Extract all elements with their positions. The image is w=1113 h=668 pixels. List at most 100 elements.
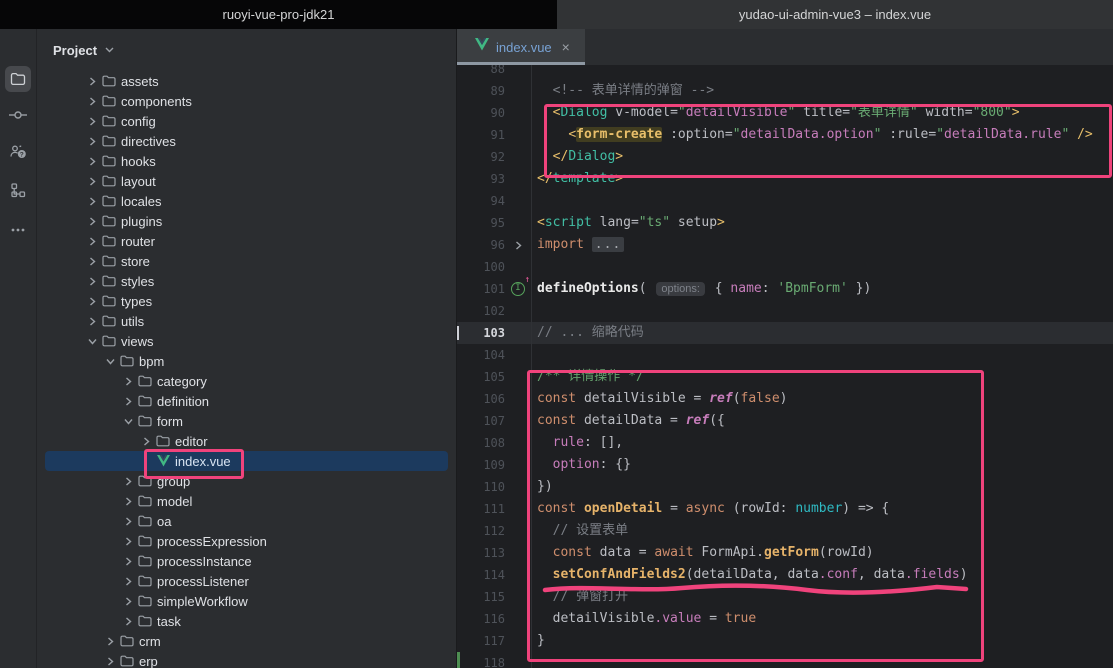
code-line-112[interactable]: 112 // 设置表单 [457,520,1113,542]
code-line-100[interactable]: 100 [457,256,1113,278]
chevron-right-icon[interactable] [138,437,154,446]
tree-item-router[interactable]: router [45,231,448,251]
chevron-right-icon[interactable] [102,637,118,646]
tree-item-crm[interactable]: crm [45,631,448,651]
code-line-96[interactable]: 96import ... [457,234,1113,256]
chevron-right-icon[interactable] [120,577,136,586]
code-line-104[interactable]: 104 [457,344,1113,366]
tree-item-directives[interactable]: directives [45,131,448,151]
tree-item-processExpression[interactable]: processExpression [45,531,448,551]
code-line-91[interactable]: 91 <form-create :option="detailData.opti… [457,124,1113,146]
code-line-90[interactable]: 90 <Dialog v-model="detailVisible" title… [457,102,1113,124]
code-line-118[interactable]: 118 [457,652,1113,668]
code-line-88[interactable]: 88 [457,65,1113,80]
more-icon[interactable] [5,217,31,243]
tree-item-components[interactable]: components [45,91,448,111]
chevron-right-icon[interactable] [120,597,136,606]
code-line-116[interactable]: 116 detailVisible.value = true [457,608,1113,630]
tree-item-store[interactable]: store [45,251,448,271]
titlebar-right-window[interactable]: yudao-ui-admin-vue3 – index.vue [557,0,1113,29]
tree-item-bpm[interactable]: bpm [45,351,448,371]
project-panel-header[interactable]: Project [37,29,456,71]
tree-item-simpleWorkflow[interactable]: simpleWorkflow [45,591,448,611]
tree-item-processListener[interactable]: processListener [45,571,448,591]
tree-item-group[interactable]: group [45,471,448,491]
tree-item-processInstance[interactable]: processInstance [45,551,448,571]
chevron-right-icon[interactable] [120,477,136,486]
tree-item-editor[interactable]: editor [45,431,448,451]
titlebar-left-window[interactable]: ruoyi-vue-pro-jdk21 [0,0,557,29]
chevron-right-icon[interactable] [84,117,100,126]
code-line-108[interactable]: 108 rule: [], [457,432,1113,454]
chevron-down-icon[interactable] [120,418,136,425]
tree-item-erp[interactable]: erp [45,651,448,668]
tree-item-utils[interactable]: utils [45,311,448,331]
code-line-109[interactable]: 109 option: {} [457,454,1113,476]
code-line-89[interactable]: 89 <!-- 表单详情的弹窗 --> [457,80,1113,102]
code-line-113[interactable]: 113 const data = await FormApi.getForm(r… [457,542,1113,564]
chevron-down-icon[interactable] [102,358,118,365]
code-line-102[interactable]: 102 [457,300,1113,322]
chevron-right-icon[interactable] [120,557,136,566]
code-line-94[interactable]: 94 [457,190,1113,212]
code-line-114[interactable]: 114 setConfAndFields2(detailData, data.c… [457,564,1113,586]
tree-item-form[interactable]: form [45,411,448,431]
chevron-right-icon[interactable] [84,197,100,206]
chevron-right-icon[interactable] [84,177,100,186]
code-area[interactable]: 8889 <!-- 表单详情的弹窗 -->90 <Dialog v-model=… [457,65,1113,668]
chevron-right-icon[interactable] [84,97,100,106]
code-line-105[interactable]: 105/** 详情操作 */ [457,366,1113,388]
chevron-down-icon[interactable] [105,47,114,53]
tree-item-plugins[interactable]: plugins [45,211,448,231]
tree-item-types[interactable]: types [45,291,448,311]
tree-item-assets[interactable]: assets [45,71,448,91]
tree-item-task[interactable]: task [45,611,448,631]
chevron-right-icon[interactable] [120,517,136,526]
tree-item-definition[interactable]: definition [45,391,448,411]
tree-item-styles[interactable]: styles [45,271,448,291]
chevron-right-icon[interactable] [120,497,136,506]
chevron-right-icon[interactable] [120,377,136,386]
chevron-down-icon[interactable] [84,338,100,345]
tree-item-oa[interactable]: oa [45,511,448,531]
code-line-93[interactable]: 93</template> [457,168,1113,190]
chevron-right-icon[interactable] [84,257,100,266]
code-line-117[interactable]: 117} [457,630,1113,652]
tree-item-views[interactable]: views [45,331,448,351]
code-line-92[interactable]: 92 </Dialog> [457,146,1113,168]
chevron-right-icon[interactable] [84,237,100,246]
chevron-right-icon[interactable] [84,137,100,146]
code-line-106[interactable]: 106const detailVisible = ref(false) [457,388,1113,410]
tree-item-config[interactable]: config [45,111,448,131]
chevron-right-icon[interactable] [102,657,118,666]
tab-index-vue[interactable]: index.vue × [457,29,585,65]
chevron-right-icon[interactable] [84,77,100,86]
chevron-right-icon[interactable] [120,537,136,546]
code-line-95[interactable]: 95<script lang="ts" setup> [457,212,1113,234]
project-icon[interactable] [5,66,31,92]
code-line-107[interactable]: 107const detailData = ref({ [457,410,1113,432]
tree-item-index.vue[interactable]: index.vue [45,451,448,471]
tree-item-layout[interactable]: layout [45,171,448,191]
code-line-101[interactable]: 101IdefineOptions( options: { name: 'Bpm… [457,278,1113,300]
chevron-right-icon[interactable] [84,317,100,326]
chevron-right-icon[interactable] [120,617,136,626]
tree-item-hooks[interactable]: hooks [45,151,448,171]
code-line-103[interactable]: 103// ... 缩略代码 [457,322,1113,344]
tree-item-model[interactable]: model [45,491,448,511]
close-icon[interactable]: × [562,40,570,54]
intention-icon[interactable]: I [505,278,531,300]
tree-item-locales[interactable]: locales [45,191,448,211]
code-line-115[interactable]: 115 // 弹窗打开 [457,586,1113,608]
commit-icon[interactable] [5,102,31,128]
chevron-right-icon[interactable] [84,297,100,306]
fold-arrow-icon[interactable] [505,234,531,256]
code-line-111[interactable]: 111const openDetail = async (rowId: numb… [457,498,1113,520]
structure-icon[interactable] [5,177,31,203]
chevron-right-icon[interactable] [84,277,100,286]
tree-item-category[interactable]: category [45,371,448,391]
chevron-right-icon[interactable] [84,217,100,226]
chevron-right-icon[interactable] [84,157,100,166]
chevron-right-icon[interactable] [120,397,136,406]
pull-requests-icon[interactable]: ? [5,139,31,165]
